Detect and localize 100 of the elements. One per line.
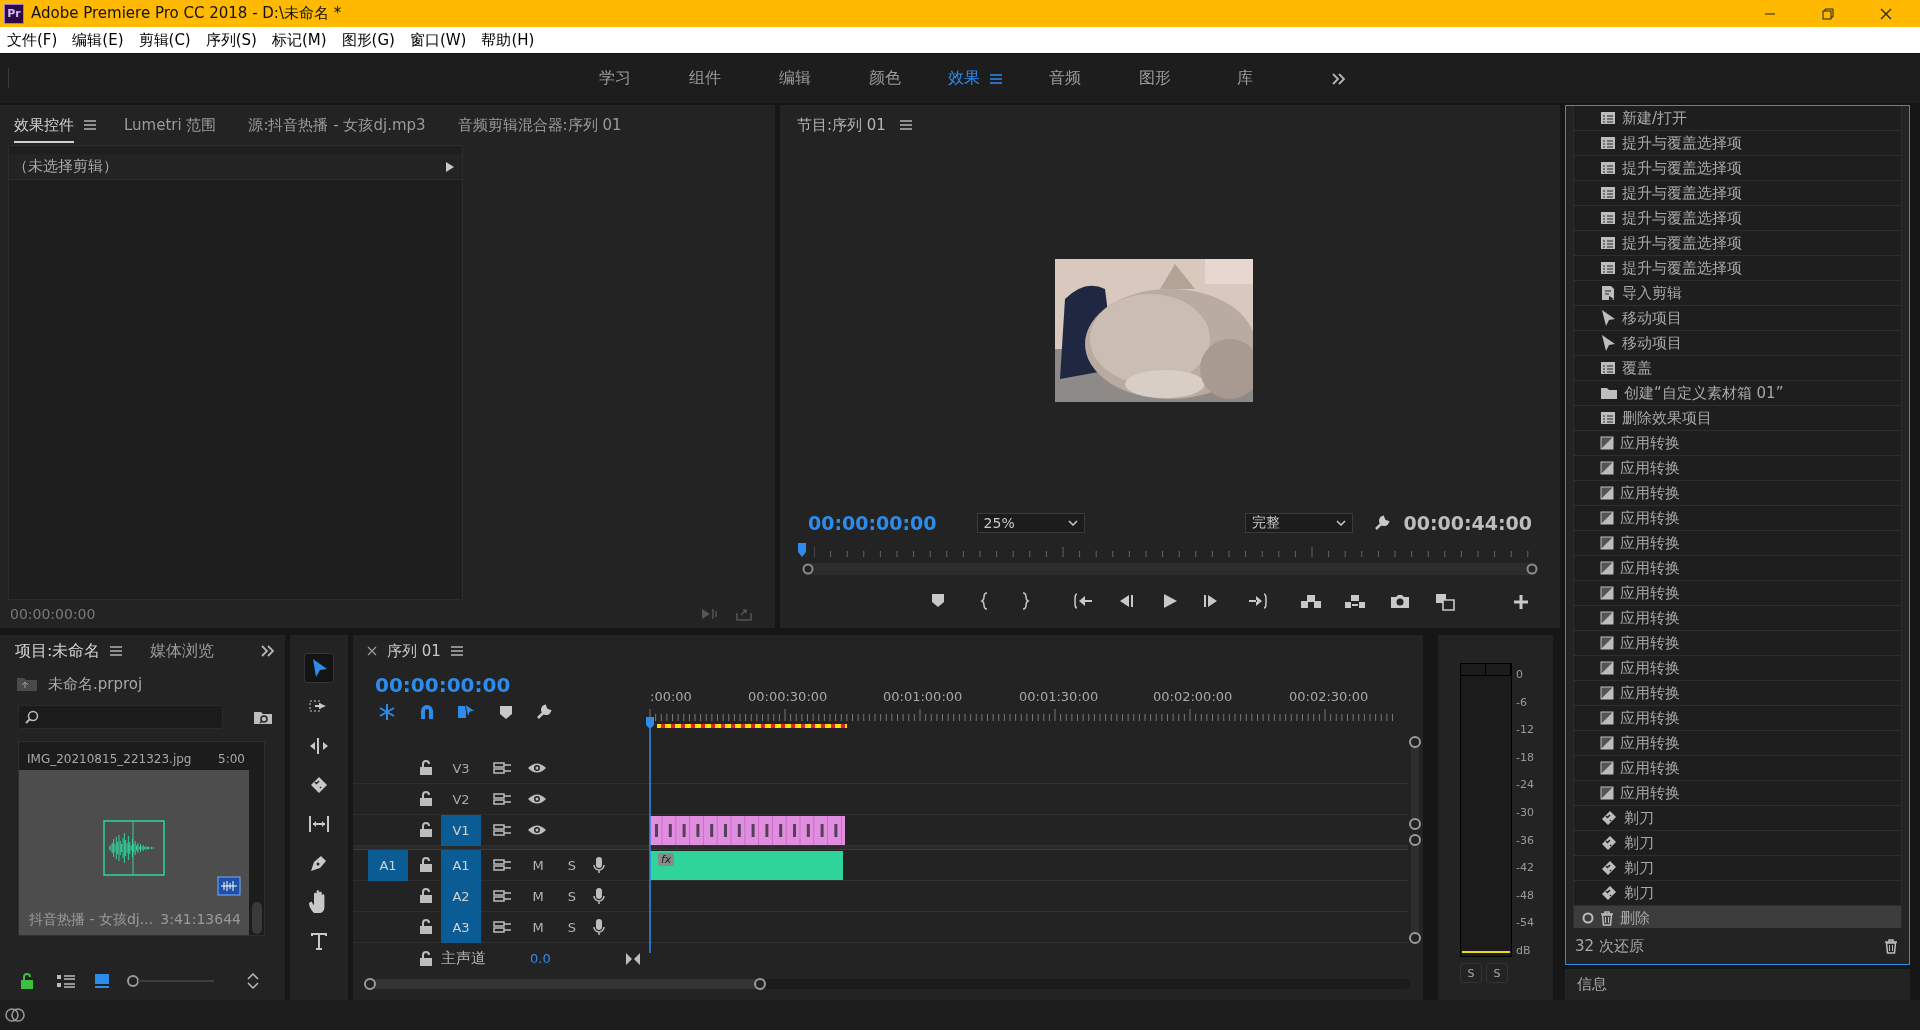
panel-tab[interactable]: 源:抖音热播 - 女孩dj.mp3 — [248, 107, 426, 143]
zoom-dropdown[interactable]: 25% — [976, 513, 1085, 533]
history-item[interactable]: 移动项目 — [1574, 306, 1901, 331]
menu-item[interactable]: 标记(M) — [264, 30, 335, 50]
lock-icon[interactable] — [419, 888, 433, 904]
panel-tab[interactable]: 效果控件 — [14, 107, 74, 143]
track-target[interactable]: A3 — [441, 911, 481, 943]
current-timecode[interactable]: 00:00:00:00 — [808, 512, 937, 534]
history-item[interactable]: 应用转换 — [1574, 781, 1901, 806]
selection-tool-button[interactable] — [304, 653, 334, 683]
workspace-tab[interactable]: 颜色 — [869, 68, 901, 89]
lock-icon[interactable] — [419, 760, 433, 776]
history-item[interactable]: 提升与覆盖选择项 — [1574, 206, 1901, 231]
mute-toggle[interactable]: M — [521, 919, 555, 935]
sort-icon[interactable] — [246, 972, 260, 990]
history-item[interactable]: 应用转换 — [1574, 506, 1901, 531]
search-field[interactable] — [18, 705, 223, 729]
history-item[interactable]: 剃刀 — [1574, 881, 1901, 906]
workspace-tab[interactable]: 效果 — [948, 68, 980, 89]
bin-up-icon[interactable] — [16, 676, 38, 692]
playhead-icon[interactable] — [798, 543, 806, 557]
history-item[interactable]: 应用转换 — [1574, 706, 1901, 731]
compare-icon[interactable] — [1433, 591, 1457, 611]
audio-clip[interactable]: fx — [650, 851, 843, 880]
eye-icon[interactable] — [527, 761, 547, 775]
panel-tab[interactable]: 媒体浏览 — [150, 635, 215, 667]
workspace-tab[interactable]: 编辑 — [779, 68, 811, 89]
history-item[interactable]: 移动项目 — [1574, 331, 1901, 356]
scrollbar-thumb[interactable] — [252, 902, 262, 934]
sync-lock-icon[interactable] — [493, 889, 513, 903]
history-item[interactable]: 应用转换 — [1574, 581, 1901, 606]
lock-icon[interactable] — [419, 857, 433, 873]
menu-item[interactable]: 图形(G) — [334, 30, 403, 50]
source-patch[interactable]: A1 — [368, 849, 408, 881]
zoom-slider-drawing[interactable] — [126, 974, 216, 988]
workspace-tab[interactable]: 库 — [1237, 68, 1253, 89]
sync-lock-icon[interactable] — [493, 792, 513, 806]
sync-lock-icon[interactable] — [493, 823, 513, 837]
playhead-line[interactable] — [645, 717, 655, 953]
solo-button[interactable]: S — [1486, 963, 1508, 983]
panel-menu-icon[interactable] — [899, 120, 912, 130]
workspace-menu-icon[interactable] — [990, 73, 1002, 84]
workspace-tab[interactable]: 图形 — [1139, 68, 1171, 89]
lock-icon[interactable] — [20, 973, 34, 989]
work-area-bar[interactable] — [657, 724, 847, 728]
solo-button[interactable]: S — [1460, 963, 1482, 983]
history-item[interactable]: 应用转换 — [1574, 456, 1901, 481]
panel-tab[interactable]: 项目:未命名 — [15, 635, 101, 667]
history-item[interactable]: 应用转换 — [1574, 431, 1901, 456]
history-item[interactable]: 覆盖 — [1574, 356, 1901, 381]
panel-menu-icon[interactable] — [450, 646, 463, 656]
history-item[interactable]: 提升与覆盖选择项 — [1574, 231, 1901, 256]
history-item[interactable]: 应用转换 — [1574, 606, 1901, 631]
history-item[interactable]: 应用转换 — [1574, 756, 1901, 781]
microphone-icon[interactable] — [593, 918, 605, 936]
history-item[interactable]: 导入剪辑 — [1574, 281, 1901, 306]
settings-icon[interactable] — [1373, 514, 1392, 532]
history-item[interactable]: 剃刀 — [1574, 806, 1901, 831]
list-view-icon[interactable] — [56, 973, 76, 989]
history-item[interactable]: 提升与覆盖选择项 — [1574, 256, 1901, 281]
history-item[interactable]: 剃刀 — [1574, 856, 1901, 881]
sequence-tab[interactable]: 序列 01 — [387, 641, 441, 661]
settings-icon[interactable] — [535, 703, 553, 721]
history-item[interactable]: 应用转换 — [1574, 656, 1901, 681]
close-icon[interactable] — [367, 646, 377, 656]
history-item[interactable]: 应用转换 — [1574, 681, 1901, 706]
history-item[interactable]: 应用转换 — [1574, 556, 1901, 581]
solo-toggle[interactable]: S — [555, 857, 589, 873]
track-target[interactable]: A1 — [441, 849, 481, 881]
history-item[interactable]: 剃刀 — [1574, 831, 1901, 856]
solo-toggle[interactable]: S — [555, 919, 589, 935]
creative-cloud-icon[interactable] — [4, 1006, 26, 1024]
sync-lock-icon[interactable] — [493, 761, 513, 775]
clip-name[interactable]: IMG_20210815_221323.jpg — [27, 752, 192, 766]
history-item[interactable]: 删除效果项目 — [1574, 406, 1901, 431]
snap-icon[interactable] — [419, 703, 435, 721]
vertical-scrollbar[interactable] — [1408, 735, 1422, 831]
sync-lock-icon[interactable] — [493, 920, 513, 934]
lock-icon[interactable] — [419, 919, 433, 935]
overflow-chevron-icon[interactable] — [1332, 72, 1346, 85]
panel-menu-icon[interactable] — [84, 120, 96, 130]
history-item[interactable]: 应用转换 — [1574, 731, 1901, 756]
history-item[interactable]: 新建/打开 — [1574, 106, 1901, 131]
history-item[interactable]: 提升与覆盖选择项 — [1574, 131, 1901, 156]
eye-icon[interactable] — [527, 823, 547, 837]
icon-view-icon[interactable] — [94, 973, 110, 989]
panel-tab[interactable]: 信息 — [1577, 975, 1607, 994]
history-item[interactable]: 应用转换 — [1574, 481, 1901, 506]
history-item[interactable]: 提升与覆盖选择项 — [1574, 181, 1901, 206]
sync-lock-icon[interactable] — [493, 858, 513, 872]
lock-icon[interactable] — [419, 822, 433, 838]
mute-toggle[interactable]: M — [521, 857, 555, 873]
track-target[interactable]: V2 — [441, 783, 481, 815]
solo-toggle[interactable]: S — [555, 888, 589, 904]
mute-toggle[interactable]: M — [521, 888, 555, 904]
menu-item[interactable]: 文件(F) — [0, 30, 66, 50]
history-item[interactable]: 提升与覆盖选择项 — [1574, 156, 1901, 181]
find-in-bin-icon[interactable] — [253, 709, 273, 725]
history-item[interactable]: 创建“自定义素材箱 01” — [1574, 381, 1901, 406]
range-handle-icon[interactable] — [1526, 563, 1538, 575]
